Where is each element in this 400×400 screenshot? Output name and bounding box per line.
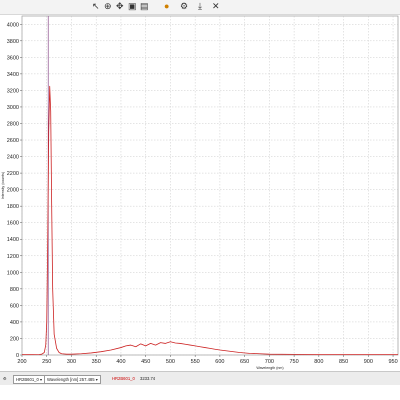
export-tool-icon[interactable]: ⤓ <box>198 1 202 11</box>
series-label: HR2B601_0 <box>112 376 135 381</box>
window-bottom <box>0 385 400 400</box>
y-tick-label-2: 400 <box>10 320 19 326</box>
y-tick-label-3: 600 <box>10 303 19 309</box>
save-tool-icon[interactable]: ▤ <box>140 1 149 11</box>
status-bar: ⚙ HR2B601_0 ▾ Wavelength [nm] 257.485 ▾ … <box>0 371 400 385</box>
y-tick-label-16: 3200 <box>7 88 19 94</box>
wavelength-readout-label: Wavelength [nm] 257.485 <box>47 377 95 382</box>
x-axis-label: Wavelength (nm) <box>256 366 283 370</box>
y-tick-label-15: 3000 <box>7 105 19 111</box>
y-tick-label-10: 2000 <box>7 188 19 194</box>
y-tick-label-5: 1000 <box>7 270 19 276</box>
y-axis-label: Intensity (counts) <box>1 172 5 199</box>
plot-area[interactable]: 200 250 300 350 400 450 500 550 600 650 700 750 800 8… <box>0 14 400 371</box>
status-settings-icon[interactable]: ⚙ <box>3 375 7 382</box>
spectrometer-dropdown[interactable]: HR2B601_0 ▾ <box>13 375 46 384</box>
y-tick-label-0: 0 <box>16 353 19 359</box>
pan-tool-icon[interactable]: ✥ <box>116 1 124 11</box>
x-tick-label-6: 500 <box>166 359 175 365</box>
x-tick-label-3: 350 <box>92 359 101 365</box>
plot-frame <box>21 15 399 356</box>
toolbar: ↖ ⊕ ✥ ▣ ▤ ● ⚙ ⤓ ✕ <box>0 0 400 15</box>
x-tick-label-15: 950 <box>388 359 397 365</box>
marker-tool-icon[interactable]: ● <box>164 1 169 11</box>
x-tick-label-9: 650 <box>240 359 249 365</box>
y-tick-label-7: 1400 <box>7 237 19 243</box>
x-tick-label-7: 550 <box>191 359 200 365</box>
settings-tool-icon[interactable]: ⚙ <box>180 1 188 11</box>
y-tick-label-13: 2600 <box>7 138 19 144</box>
y-tick-label-19: 3800 <box>7 39 19 45</box>
zoom-tool-icon[interactable]: ⊕ <box>104 1 112 11</box>
y-tick-label-4: 800 <box>10 287 19 293</box>
x-tick-label-10: 700 <box>265 359 274 365</box>
x-tick-label-0: 200 <box>17 359 26 365</box>
y-tick-label-6: 1200 <box>7 254 19 260</box>
x-tick-label-1: 250 <box>42 359 51 365</box>
y-tick-label-8: 1600 <box>7 221 19 227</box>
y-tick-label-9: 1800 <box>7 204 19 210</box>
y-tick-label-14: 2800 <box>7 121 19 127</box>
close-tool-icon[interactable]: ✕ <box>212 1 220 11</box>
x-tick-label-14: 900 <box>364 359 373 365</box>
intensity-value: 3233.74 <box>140 376 156 381</box>
y-tick-label-18: 3600 <box>7 55 19 61</box>
x-tick-label-11: 750 <box>290 359 299 365</box>
y-tick-label-20: 4000 <box>7 22 19 28</box>
fit-tool-icon[interactable]: ▣ <box>128 1 137 11</box>
x-tick-label-8: 600 <box>215 359 224 365</box>
wavelength-readout[interactable]: Wavelength [nm] 257.485 ▾ <box>44 375 101 384</box>
x-tick-label-5: 450 <box>141 359 150 365</box>
x-tick-label-2: 300 <box>67 359 76 365</box>
y-tick-label-1: 200 <box>10 336 19 342</box>
x-tick-label-13: 850 <box>339 359 348 365</box>
y-tick-label-12: 2400 <box>7 155 19 161</box>
x-tick-label-12: 800 <box>314 359 323 365</box>
y-tick-label-11: 2200 <box>7 171 19 177</box>
y-tick-label-17: 3400 <box>7 72 19 78</box>
spectrometer-dropdown-label: HR2B601_0 <box>16 377 39 382</box>
spectrum-chart[interactable]: 200 250 300 350 400 450 500 550 600 650 700 750 800 8… <box>0 14 400 371</box>
pointer-tool-icon[interactable]: ↖ <box>92 1 100 11</box>
x-tick-label-4: 400 <box>116 359 125 365</box>
